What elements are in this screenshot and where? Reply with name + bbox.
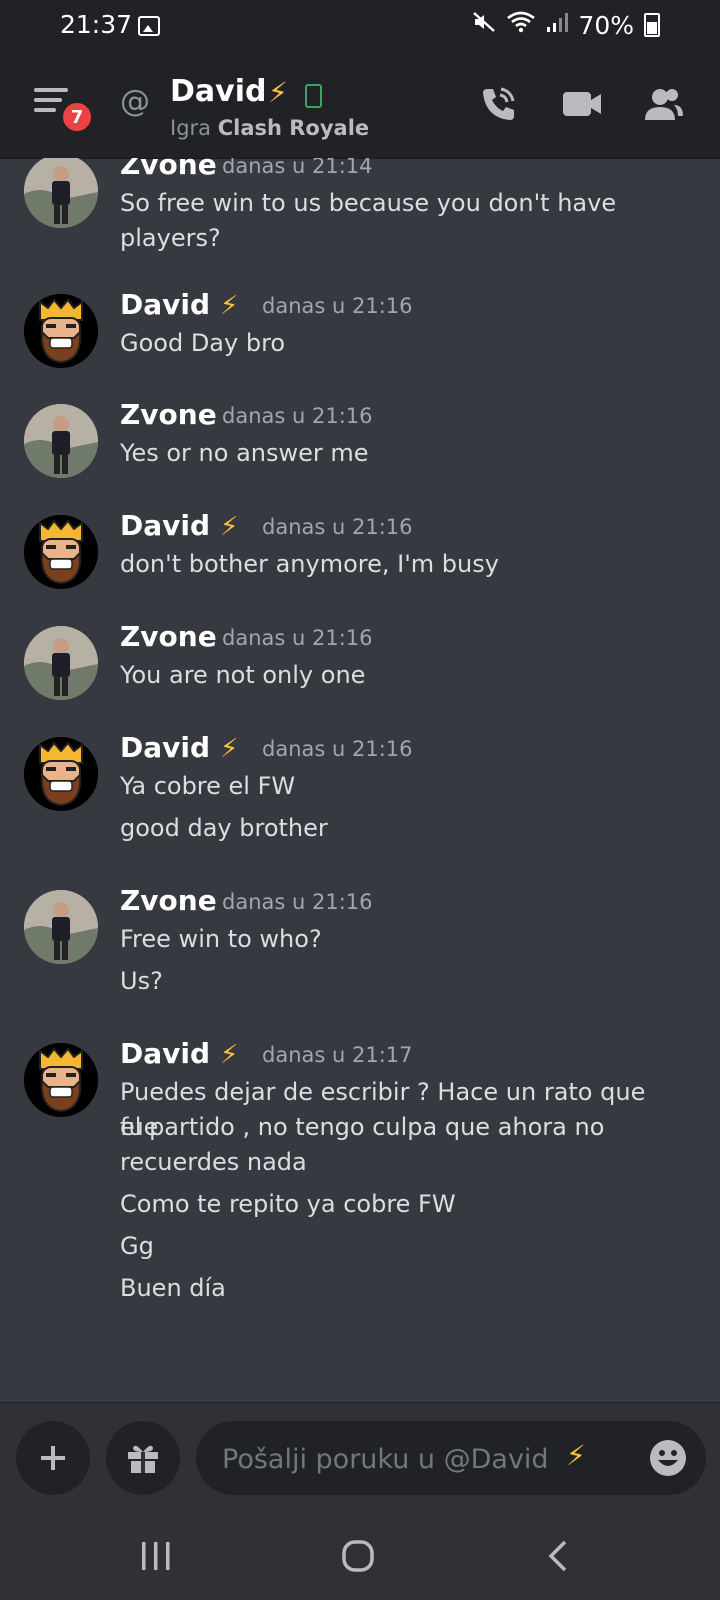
message-author[interactable]: David ⚡ [120, 288, 238, 321]
lightning-bolt-icon: ⚡ [566, 1439, 586, 1472]
message-timestamp: danas u 21:17 [262, 1043, 413, 1067]
message-author[interactable]: David ⚡ [120, 509, 238, 542]
message-text: You are not only one [120, 661, 366, 689]
status-bar: 21:37 70% [0, 0, 720, 52]
status-time: 21:37 [60, 10, 133, 39]
unread-badge: 7 [60, 100, 94, 134]
lightning-bolt-icon: ⚡ [220, 512, 239, 542]
message-text: Free win to who? [120, 925, 322, 953]
battery-icon [644, 13, 660, 37]
status-icons: 70% [472, 10, 660, 40]
message-timestamp: danas u 21:16 [262, 294, 413, 318]
avatar-david[interactable] [24, 515, 98, 589]
avatar-zvone[interactable] [24, 158, 98, 228]
message-timestamp: danas u 21:16 [222, 626, 373, 650]
message-timestamp: danas u 21:16 [262, 515, 413, 539]
back-icon [548, 1540, 567, 1572]
message-list[interactable]: Zvone danas u 21:14 So free win to us beca… [0, 158, 720, 1402]
message-author[interactable]: Zvone [120, 620, 217, 653]
message-author[interactable]: Zvone [120, 398, 217, 431]
at-icon: @ [120, 84, 150, 119]
author-name[interactable]: Zvone [120, 620, 217, 653]
message-input-container: ⚡ [196, 1421, 706, 1497]
avatar-david[interactable] [24, 1043, 98, 1117]
author-name[interactable]: Zvone [120, 884, 217, 917]
message-text: Good Day bro [120, 329, 286, 357]
plus-icon [41, 1446, 65, 1470]
activity-status: Igra Clash Royale [170, 116, 369, 140]
message-text: good day brother [120, 814, 328, 842]
lightning-bolt-icon: ⚡ [268, 76, 288, 109]
message-text: Us? [120, 967, 163, 995]
video-call-button[interactable] [560, 82, 604, 126]
members-icon [645, 89, 683, 120]
mobile-status-icon [305, 84, 322, 108]
call-button[interactable] [476, 82, 520, 126]
channel-header: 7 @ David ⚡ Igra Clash Royale [0, 52, 720, 159]
message-text: recuerdes nada [120, 1148, 307, 1176]
message-input[interactable] [220, 1421, 604, 1497]
message-text: Ya cobre el FW [120, 772, 296, 800]
message-timestamp: danas u 21:16 [262, 737, 413, 761]
message-text: el partido , no tengo culpa que ahora no [120, 1113, 605, 1141]
message-author[interactable]: David ⚡ [120, 731, 238, 764]
back-button[interactable] [536, 1534, 580, 1578]
gift-icon [128, 1445, 158, 1473]
avatar-zvone[interactable] [24, 890, 98, 964]
phone-call-icon [483, 87, 515, 120]
signal-icon [546, 11, 569, 39]
video-camera-icon [563, 92, 601, 116]
message-author[interactable]: David ⚡ [120, 1037, 238, 1070]
lightning-bolt-icon: ⚡ [220, 291, 239, 321]
activity-game: Clash Royale [217, 116, 370, 140]
avatar-zvone[interactable] [24, 404, 98, 478]
message-text: So free win to us because you don't have [120, 189, 617, 217]
mute-icon [472, 10, 496, 40]
lightning-bolt-icon: ⚡ [220, 734, 239, 764]
message-timestamp: danas u 21:16 [222, 404, 373, 428]
activity-prefix: Igra [170, 116, 212, 140]
avatar-david[interactable] [24, 737, 98, 811]
members-button[interactable] [642, 82, 686, 126]
author-name[interactable]: David [120, 731, 210, 764]
message-author[interactable]: Zvone [120, 158, 217, 181]
add-attachment-button[interactable] [16, 1421, 90, 1495]
message-text: Buen día [120, 1274, 226, 1302]
home-icon [342, 1540, 374, 1572]
author-name[interactable]: Zvone [120, 398, 217, 431]
message-text: Yes or no answer me [120, 439, 369, 467]
dm-recipient-name[interactable]: David [170, 74, 266, 109]
message-text: Gg [120, 1232, 154, 1260]
gallery-notification-icon [138, 16, 160, 36]
wifi-icon [506, 10, 536, 40]
author-name[interactable]: David [120, 1037, 210, 1070]
message-timestamp: danas u 21:16 [222, 890, 373, 914]
smiley-icon [650, 1440, 686, 1476]
recents-icon [142, 1542, 170, 1570]
home-button[interactable] [336, 1534, 380, 1578]
message-text: don't bother anymore, I'm busy [120, 550, 499, 578]
message-timestamp: danas u 21:14 [222, 158, 373, 178]
avatar-zvone[interactable] [24, 626, 98, 700]
composer-bar: ⚡ [0, 1402, 720, 1511]
message-author[interactable]: Zvone [120, 884, 217, 917]
battery-percent: 70% [578, 10, 634, 40]
message-text: Como te repito ya cobre FW [120, 1190, 456, 1218]
author-name[interactable]: Zvone [120, 158, 217, 181]
lightning-bolt-icon: ⚡ [220, 1040, 239, 1070]
author-name[interactable]: David [120, 288, 210, 321]
recents-button[interactable] [134, 1534, 178, 1578]
emoji-button[interactable] [648, 1438, 688, 1478]
gift-button[interactable] [106, 1421, 180, 1495]
author-name[interactable]: David [120, 509, 210, 542]
avatar-david[interactable] [24, 294, 98, 368]
android-nav-bar [0, 1510, 720, 1600]
message-text: players? [120, 224, 221, 252]
